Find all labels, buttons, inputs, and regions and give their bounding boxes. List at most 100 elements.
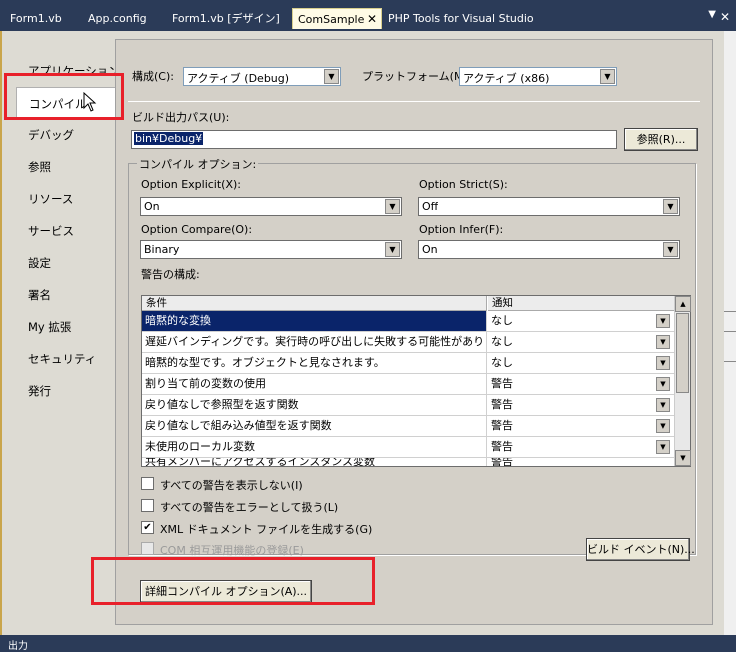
sidebar-item-debug[interactable]: デバッグ xyxy=(16,119,115,151)
tab-dropdown-icon[interactable]: ▼ xyxy=(708,9,716,20)
warning-notify-select[interactable]: 警告 ▼ xyxy=(488,437,674,457)
column-header-notify[interactable]: 通知 xyxy=(488,296,674,311)
sidebar-item-references[interactable]: 参照 xyxy=(16,151,115,183)
sidebar-item-signing[interactable]: 署名 xyxy=(16,279,115,311)
tab-form1-vb[interactable]: Form1.vb xyxy=(0,8,78,29)
scroll-thumb[interactable] xyxy=(676,313,689,393)
table-row[interactable]: 遅延バインディングです。実行時の呼び出しに失敗する可能性がありま... なし ▼ xyxy=(142,332,674,353)
warning-notify-select[interactable]: 警告 ▼ xyxy=(488,416,674,436)
option-explicit-select[interactable]: On ▼ xyxy=(140,197,402,216)
chevron-down-icon[interactable]: ▼ xyxy=(656,440,670,454)
close-icon[interactable]: ✕ xyxy=(367,9,377,29)
tab-comsample[interactable]: ComSample ✕ xyxy=(292,8,382,29)
warning-notify-select[interactable]: 警告 ▼ xyxy=(488,374,674,394)
scroll-down-icon[interactable]: ▼ xyxy=(675,450,691,466)
config-select[interactable]: アクティブ (Debug) ▼ xyxy=(183,67,341,86)
config-value: アクティブ (Debug) xyxy=(187,72,290,85)
build-events-button[interactable]: ビルド イベント(N)... xyxy=(586,538,695,561)
warning-condition: 暗黙的な変換 xyxy=(142,311,487,331)
warning-notify-select[interactable]: 警告 xyxy=(488,458,674,466)
option-infer-label: Option Infer(F): xyxy=(419,223,504,236)
checkbox-label: XML ドキュメント ファイルを生成する(G) xyxy=(160,523,373,536)
warning-notify-select[interactable]: 警告 ▼ xyxy=(488,395,674,415)
option-strict-select[interactable]: Off ▼ xyxy=(418,197,680,216)
browse-button[interactable]: 参照(R)... xyxy=(624,128,698,151)
checkbox-label: すべての警告を表示しない(I) xyxy=(160,479,303,492)
warning-condition: 未使用のローカル変数 xyxy=(142,437,487,457)
sidebar-item-security[interactable]: セキュリティ xyxy=(16,343,115,375)
warnings-grid[interactable]: 条件 通知 暗黙的な変換 なし ▼ 遅延バインディングです。実行時の呼び出しに失敗… xyxy=(141,295,691,467)
chevron-down-icon[interactable]: ▼ xyxy=(656,377,670,391)
warnings-scrollbar[interactable]: ▲ ▼ xyxy=(674,296,691,466)
adjacent-pane-strip xyxy=(724,31,736,651)
scroll-up-icon[interactable]: ▲ xyxy=(675,296,691,312)
platform-select[interactable]: アクティブ (x86) ▼ xyxy=(459,67,617,86)
chevron-down-icon[interactable]: ▼ xyxy=(385,199,400,214)
output-path-label: ビルド出力パス(U): xyxy=(132,111,230,124)
properties-sidebar: アプリケーション コンパイル デバッグ 参照 リソース サービス 設定 署名 M… xyxy=(16,39,120,633)
mouse-cursor-icon xyxy=(83,92,97,112)
chevron-down-icon[interactable]: ▼ xyxy=(656,335,670,349)
table-row[interactable]: 割り当て前の変数の使用 警告 ▼ xyxy=(142,374,674,395)
tab-app-config[interactable]: App.config xyxy=(78,8,162,29)
close-window-icon[interactable]: ✕ xyxy=(720,10,730,24)
table-row[interactable]: 共有メンバーにアクセスするインスタンス変数 警告 xyxy=(142,458,674,466)
warning-notify-value: なし xyxy=(491,335,513,348)
warning-notify-value: なし xyxy=(491,356,513,369)
divider xyxy=(128,101,700,102)
chevron-down-icon[interactable]: ▼ xyxy=(656,314,670,328)
chevron-down-icon[interactable]: ▼ xyxy=(600,69,615,84)
warnings-as-errors-checkbox[interactable]: すべての警告をエラーとして扱う(L) xyxy=(141,498,441,514)
sidebar-item-label: 参照 xyxy=(28,160,51,174)
sidebar-item-my-extensions[interactable]: My 拡張 xyxy=(16,311,115,343)
column-header-condition[interactable]: 条件 xyxy=(142,296,487,311)
table-row[interactable]: 暗黙的な変換 なし ▼ xyxy=(142,311,674,332)
sidebar-item-publish[interactable]: 発行 xyxy=(16,375,115,407)
warning-notify-value: なし xyxy=(491,314,513,327)
generate-xml-doc-checkbox[interactable]: ✔ XML ドキュメント ファイルを生成する(G) xyxy=(141,520,441,536)
table-row[interactable]: 戻り値なしで参照型を返す関数 警告 ▼ xyxy=(142,395,674,416)
platform-label: プラットフォーム(M): xyxy=(362,70,472,83)
chevron-down-icon[interactable]: ▼ xyxy=(385,242,400,257)
compile-options-title: コンパイル オプション: xyxy=(137,156,259,172)
checkbox-box[interactable] xyxy=(141,499,154,512)
warning-notify-select[interactable]: なし ▼ xyxy=(488,353,674,373)
divider xyxy=(724,331,736,332)
option-strict-label: Option Strict(S): xyxy=(419,178,508,191)
chevron-down-icon[interactable]: ▼ xyxy=(663,242,678,257)
table-row[interactable]: 暗黙的な型です。オブジェクトと見なされます。 なし ▼ xyxy=(142,353,674,374)
chevron-down-icon[interactable]: ▼ xyxy=(656,419,670,433)
chevron-down-icon[interactable]: ▼ xyxy=(663,199,678,214)
chevron-down-icon[interactable]: ▼ xyxy=(656,398,670,412)
suppress-warnings-checkbox[interactable]: すべての警告を表示しない(I) xyxy=(141,476,441,492)
checkmark-icon[interactable]: ✔ xyxy=(141,521,154,534)
tab-label: PHP Tools for Visual Studio xyxy=(388,12,534,25)
output-path-value: bin¥Debug¥ xyxy=(134,132,204,145)
tab-form1-designer[interactable]: Form1.vb [デザイン] xyxy=(162,8,292,29)
sidebar-item-settings[interactable]: 設定 xyxy=(16,247,115,279)
chevron-down-icon[interactable]: ▼ xyxy=(656,356,670,370)
warning-notify-select[interactable]: なし ▼ xyxy=(488,311,674,331)
option-compare-select[interactable]: Binary ▼ xyxy=(140,240,402,259)
option-compare-label: Option Compare(O): xyxy=(141,223,253,236)
table-row[interactable]: 未使用のローカル変数 警告 ▼ xyxy=(142,437,674,458)
tab-php-tools[interactable]: PHP Tools for Visual Studio xyxy=(382,8,552,29)
warning-notify-select[interactable]: なし ▼ xyxy=(488,332,674,352)
option-infer-value: On xyxy=(422,243,438,256)
warning-notify-value: 警告 xyxy=(491,419,513,432)
option-compare-value: Binary xyxy=(144,243,180,256)
chevron-down-icon[interactable]: ▼ xyxy=(324,69,339,84)
sidebar-item-resources[interactable]: リソース xyxy=(16,183,115,215)
tab-label: Form1.vb [デザイン] xyxy=(172,12,280,25)
warning-notify-value: 警告 xyxy=(491,440,513,453)
table-row[interactable]: 戻り値なしで組み込み値型を返す関数 警告 ▼ xyxy=(142,416,674,437)
option-infer-select[interactable]: On ▼ xyxy=(418,240,680,259)
divider xyxy=(724,311,736,312)
checkbox-box[interactable] xyxy=(141,477,154,490)
sidebar-item-label: 署名 xyxy=(28,288,51,302)
warning-condition: 戻り値なしで参照型を返す関数 xyxy=(142,395,487,415)
checkbox-label: すべての警告をエラーとして扱う(L) xyxy=(160,501,339,514)
sidebar-item-services[interactable]: サービス xyxy=(16,215,115,247)
warning-condition: 共有メンバーにアクセスするインスタンス変数 xyxy=(142,458,487,466)
output-path-input[interactable]: bin¥Debug¥ xyxy=(131,130,617,149)
